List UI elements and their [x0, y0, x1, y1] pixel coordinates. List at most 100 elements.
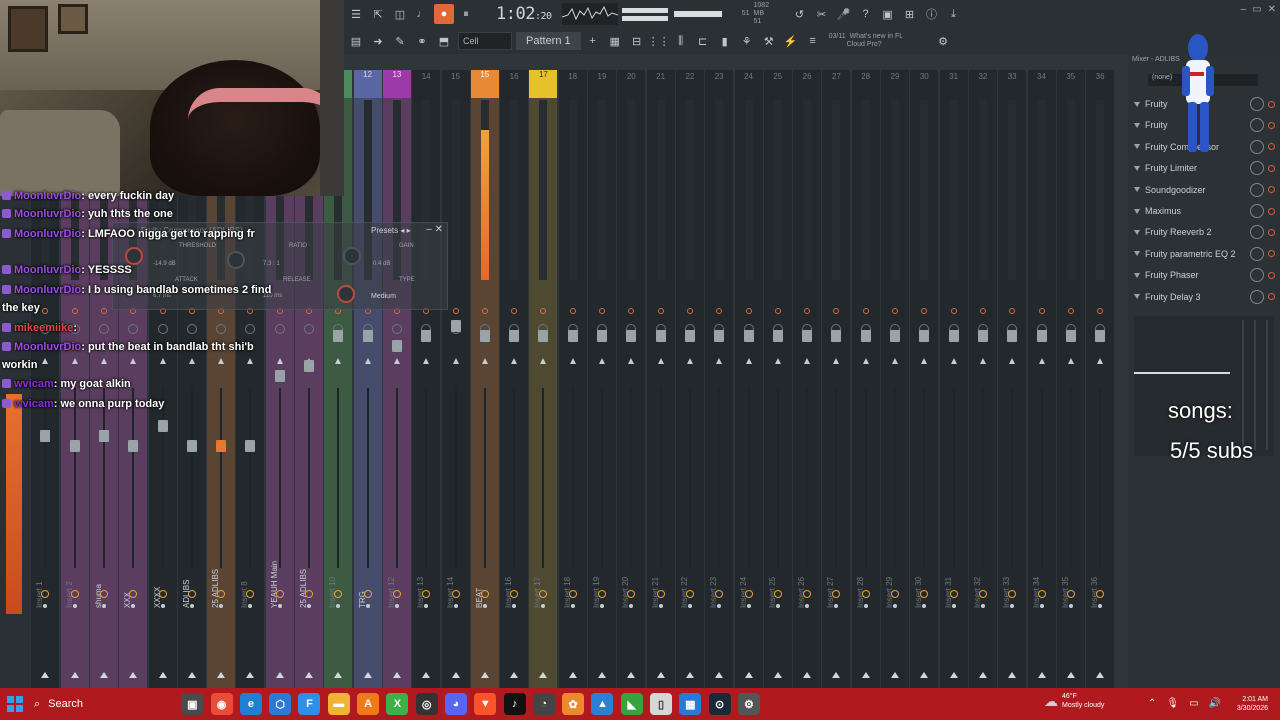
- mixer-track[interactable]: 32 Insert 32: [968, 70, 997, 688]
- volume-fader[interactable]: [333, 330, 344, 342]
- mixer-track[interactable]: 29 Insert 29: [881, 70, 909, 688]
- slot-enable-toggle[interactable]: [1268, 143, 1275, 151]
- send-arrow-icon[interactable]: [949, 672, 958, 678]
- mute-toggle[interactable]: [979, 308, 986, 314]
- effect-slot[interactable]: Fruity parametric EQ 2: [1134, 244, 1280, 264]
- volume-fader[interactable]: [743, 330, 754, 342]
- plugin-close-icon[interactable]: – ✕: [426, 224, 443, 235]
- gain-knob[interactable]: [343, 247, 361, 265]
- track-name[interactable]: Insert 25: [768, 548, 788, 608]
- track-name[interactable]: Insert 16: [504, 548, 524, 608]
- settings-icon[interactable]: ⚙: [933, 31, 953, 51]
- slot-menu-icon[interactable]: [1134, 187, 1140, 193]
- track-name[interactable]: Insert 17: [533, 548, 553, 608]
- route-dot[interactable]: [687, 604, 692, 608]
- slot-menu-icon[interactable]: [1134, 272, 1140, 278]
- mute-toggle[interactable]: [804, 308, 811, 314]
- route-knob[interactable]: [744, 590, 753, 598]
- mix-knob[interactable]: [1250, 268, 1264, 283]
- send-arrow-icon[interactable]: [715, 672, 724, 678]
- slot-enable-toggle[interactable]: [1268, 207, 1275, 215]
- mute-toggle[interactable]: [1097, 308, 1104, 314]
- master-volume[interactable]: [621, 7, 668, 21]
- news-icon[interactable]: ≡: [803, 31, 823, 51]
- mic-icon[interactable]: 🎤: [834, 4, 854, 24]
- mixer-track[interactable]: 27 Insert 27: [822, 70, 851, 688]
- send-arrow-icon[interactable]: [568, 672, 577, 678]
- mix-knob[interactable]: [1250, 225, 1264, 240]
- send-arrow-icon[interactable]: [656, 672, 665, 678]
- mute-toggle[interactable]: [599, 308, 605, 314]
- mixer-view-icon[interactable]: ⫼: [671, 31, 691, 51]
- route-dot[interactable]: [951, 604, 956, 608]
- route-dot[interactable]: [189, 604, 194, 608]
- track-name[interactable]: Insert 24: [739, 548, 759, 608]
- mute-toggle[interactable]: [862, 308, 869, 314]
- brave-icon[interactable]: ▼: [474, 693, 497, 715]
- route-dot[interactable]: [365, 604, 370, 608]
- chrome-icon[interactable]: ◉: [210, 693, 233, 715]
- mixer-track[interactable]: 30 Insert 30: [910, 70, 939, 688]
- slot-menu-icon[interactable]: [1134, 294, 1140, 300]
- slot-enable-toggle[interactable]: [1268, 250, 1275, 258]
- mixer-track[interactable]: 13 Insert 12: [382, 70, 411, 688]
- send-arrow-icon[interactable]: [773, 672, 782, 678]
- slot-menu-icon[interactable]: [1134, 101, 1140, 107]
- mute-toggle[interactable]: [950, 308, 957, 314]
- mute-toggle[interactable]: [481, 308, 488, 314]
- playlist-view-icon[interactable]: ▦: [605, 31, 625, 51]
- mix-knob[interactable]: [1250, 182, 1264, 197]
- tempo-icon[interactable]: ♩: [412, 4, 432, 24]
- send-arrow-icon[interactable]: [1008, 672, 1017, 678]
- undo-icon[interactable]: ↺: [790, 4, 810, 24]
- minimize-icon[interactable]: –: [1241, 4, 1247, 15]
- volume-fader[interactable]: [948, 330, 959, 342]
- mixer-track[interactable]: 28 Insert 28: [851, 70, 880, 688]
- mute-toggle[interactable]: [1067, 308, 1074, 314]
- send-arrow-icon[interactable]: [978, 672, 987, 678]
- steam-icon[interactable]: ⊙: [708, 693, 731, 715]
- send-arrow-icon[interactable]: [480, 672, 489, 678]
- track-name[interactable]: Insert 30: [914, 548, 934, 608]
- maximize-icon[interactable]: ▭: [1252, 4, 1261, 15]
- add-pattern-icon[interactable]: +: [583, 31, 603, 51]
- volume-fader[interactable]: [684, 330, 695, 342]
- route-dot[interactable]: [1039, 604, 1044, 608]
- route-knob[interactable]: [656, 590, 665, 598]
- send-arrow-icon[interactable]: [803, 672, 812, 678]
- slot-enable-toggle[interactable]: [1268, 164, 1275, 172]
- excel-icon[interactable]: X: [386, 693, 409, 715]
- route-knob[interactable]: [891, 590, 899, 598]
- volume-fader[interactable]: [977, 330, 988, 342]
- mute-toggle[interactable]: [921, 308, 928, 314]
- stereo-separation-icon[interactable]: [833, 358, 840, 364]
- stereo-separation-icon[interactable]: [1038, 358, 1045, 364]
- mixer-track[interactable]: 24 Insert 24: [734, 70, 763, 688]
- mute-toggle[interactable]: [628, 308, 635, 314]
- mixer-track[interactable]: 14 Insert 13: [412, 70, 441, 688]
- mixer-track[interactable]: 18 Insert 18: [558, 70, 587, 688]
- snap-select[interactable]: Cell: [458, 32, 512, 50]
- route-knob[interactable]: [978, 590, 987, 598]
- route-dot[interactable]: [482, 604, 487, 608]
- volume-fader[interactable]: [362, 330, 373, 342]
- nvidia-icon[interactable]: ◣: [620, 693, 643, 715]
- stereo-separation-icon[interactable]: [892, 358, 898, 364]
- mute-toggle[interactable]: [569, 308, 576, 314]
- route-knob[interactable]: [363, 590, 372, 598]
- track-name[interactable]: TRG: [358, 548, 378, 608]
- app-icon[interactable]: F: [298, 693, 321, 715]
- task-view-icon[interactable]: ▣: [181, 693, 204, 715]
- mixer-track[interactable]: 31 Insert 31: [939, 70, 968, 688]
- route-dot[interactable]: [600, 604, 604, 608]
- send-arrow-icon[interactable]: [744, 672, 753, 678]
- slot-enable-toggle[interactable]: [1268, 228, 1275, 236]
- mixer-track[interactable]: 15 Insert 14: [441, 70, 470, 688]
- send-arrow-icon[interactable]: [217, 672, 226, 678]
- record-icon[interactable]: ●: [434, 4, 454, 24]
- track-name[interactable]: Insert 20: [621, 548, 641, 608]
- mixer-track[interactable]: 19 Insert 19: [588, 70, 616, 688]
- route-dot[interactable]: [307, 604, 311, 608]
- volume-fader[interactable]: [186, 440, 197, 452]
- playlist-icon[interactable]: ▤: [346, 31, 366, 51]
